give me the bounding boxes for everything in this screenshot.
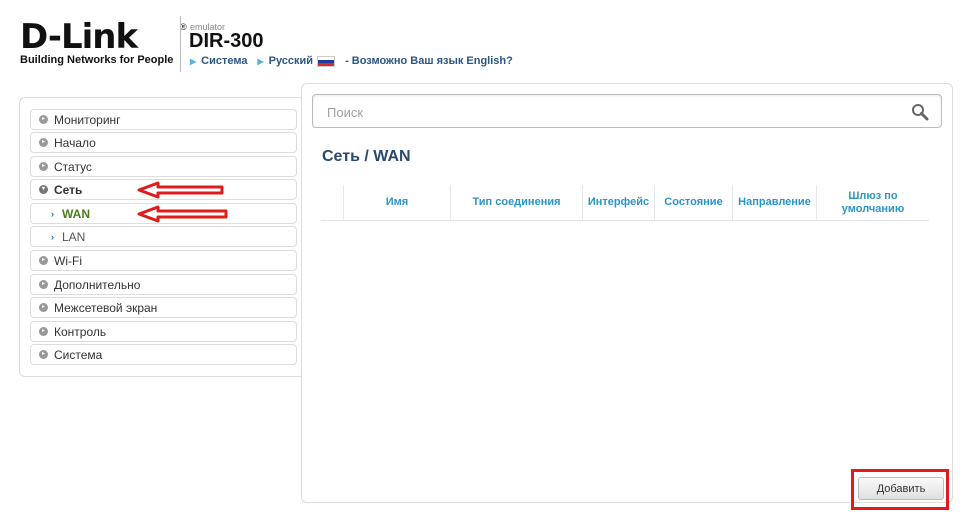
breadcrumb-system-link[interactable]: Система [201, 55, 247, 67]
header: D-Link ® Building Networks for People em… [0, 0, 974, 80]
arrow-right-icon: › [51, 208, 54, 219]
annotation-arrow-wan [137, 205, 228, 223]
wan-connections-table: Имя Тип соединения Интерфейс Состояние Н… [321, 185, 929, 221]
sidebar-item-label: WAN [62, 206, 90, 221]
sidebar-item-label: Wi-Fi [54, 253, 82, 268]
sidebar-item-label: LAN [62, 229, 86, 244]
column-header-interface[interactable]: Интерфейс [582, 185, 654, 220]
circle-arrow-icon: ▸ [39, 162, 48, 171]
sidebar-item-label: Дополнительно [54, 277, 141, 292]
sidebar-item-lan[interactable]: › LAN [30, 226, 297, 247]
column-header-connection-type[interactable]: Тип соединения [450, 185, 582, 220]
triangle-right-icon: ▶ [190, 56, 197, 66]
brand-tagline: Building Networks for People [20, 54, 174, 66]
brand-name: D-Link [20, 17, 138, 57]
circle-arrow-icon: ▸ [39, 280, 48, 289]
column-header-status[interactable]: Состояние [654, 185, 732, 220]
sidebar-item-label: Межсетевой экран [54, 300, 158, 315]
column-header-default-gateway[interactable]: Шлюз по умолчанию [816, 185, 929, 220]
circle-arrow-icon: ▸ [39, 327, 48, 336]
sidebar-item-label: Контроль [54, 324, 107, 339]
circle-chevron-down-icon: ▾ [39, 185, 48, 194]
add-button[interactable]: Добавить [858, 477, 944, 500]
sidebar-item-firewall[interactable]: ▸ Межсетевой экран [30, 297, 297, 318]
search-icon[interactable] [911, 103, 929, 121]
sidebar-menu: ▸ Мониторинг ▸ Начало ▸ Статус ▾ Сеть › … [19, 97, 302, 377]
russian-flag-icon[interactable] [317, 55, 336, 67]
page-title: Сеть / WAN [322, 148, 411, 165]
sidebar-item-label: Сеть [54, 182, 83, 197]
sidebar-item-start[interactable]: ▸ Начало [30, 132, 297, 153]
triangle-right-icon: ▶ [257, 56, 264, 66]
sidebar-item-monitoring[interactable]: ▸ Мониторинг [30, 109, 297, 130]
circle-arrow-icon: ▸ [39, 138, 48, 147]
sidebar-item-label: Статус [54, 159, 92, 174]
sidebar-item-label: Мониторинг [54, 112, 121, 127]
column-header-direction[interactable]: Направление [732, 185, 816, 220]
circle-arrow-icon: ▸ [39, 256, 48, 265]
column-header-select [321, 185, 343, 220]
sidebar-item-wifi[interactable]: ▸ Wi-Fi [30, 250, 297, 271]
sidebar-item-advanced[interactable]: ▸ Дополнительно [30, 274, 297, 295]
sidebar-item-status[interactable]: ▸ Статус [30, 156, 297, 177]
search-box [312, 94, 942, 128]
table-header: Имя Тип соединения Интерфейс Состояние Н… [321, 185, 929, 221]
sidebar-item-system[interactable]: ▸ Система [30, 344, 297, 365]
sidebar-item-label: Начало [54, 135, 96, 150]
language-link[interactable]: Русский [269, 55, 313, 67]
circle-arrow-icon: ▸ [39, 350, 48, 359]
annotation-arrow-network [137, 181, 224, 199]
dlink-logo: D-Link ® Building Networks for People [20, 17, 187, 66]
english-language-link[interactable]: - Возможно Ваш язык English? [345, 55, 513, 67]
model-name: DIR-300 [189, 30, 264, 52]
sidebar-item-label: Система [54, 347, 103, 362]
circle-arrow-icon: ▸ [39, 303, 48, 312]
breadcrumb: ▶ Система ▶ Русский - Возможно Ваш язык … [190, 55, 513, 67]
arrow-right-icon: › [51, 231, 54, 242]
circle-arrow-icon: ▸ [39, 115, 48, 124]
main-panel: Сеть / WAN Имя Тип соединения Интерфейс … [301, 83, 953, 510]
add-button-highlight: Добавить [851, 469, 949, 510]
search-input[interactable] [327, 104, 887, 120]
column-header-name[interactable]: Имя [343, 185, 450, 220]
sidebar-item-control[interactable]: ▸ Контроль [30, 321, 297, 342]
header-divider [180, 16, 181, 72]
